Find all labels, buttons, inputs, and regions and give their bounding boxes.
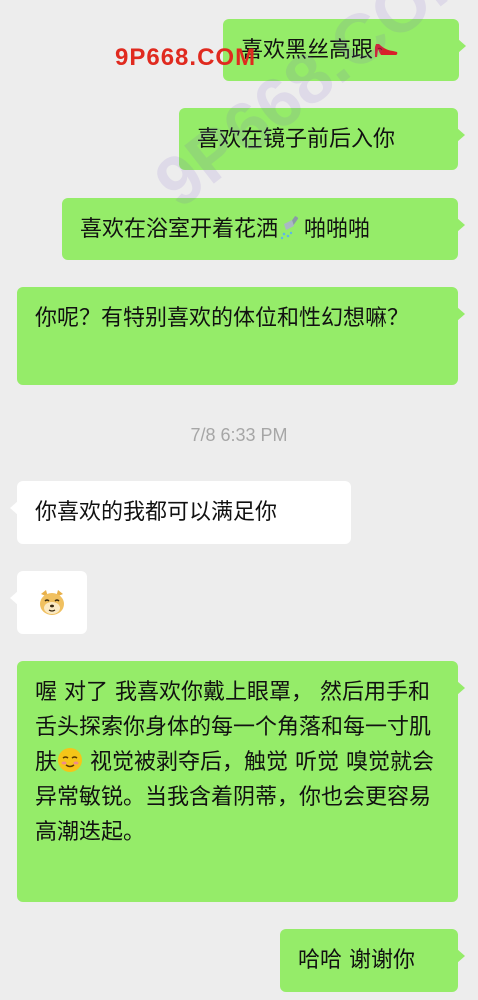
shower-icon [280,216,299,240]
high-heel-icon [375,44,398,57]
message-bubble-sent[interactable]: 喜欢在镜子前后入你 [179,108,465,170]
timestamp: 7/8 6:33 PM [190,425,288,445]
message-bubble-sent[interactable]: 喜欢在浴室开着花洒 啪啪啪 [62,198,465,260]
message-text: 啪啪啪 [304,217,371,242]
doge-icon [40,590,64,615]
message-text: 你喜欢的我都可以满足你 [35,500,278,525]
message-text: 喜欢黑丝高跟 [241,38,374,63]
message-bubble-sent[interactable]: 你呢？有特别喜欢的体位和性幻想嘛？ [17,287,465,385]
message-text: 视觉被剥夺后，触觉 听觉 嗅觉就会异常敏锐。当我含着阴蒂，你也会更容易高潮迭起。 [35,750,434,845]
message-text: 喜欢在镜子前后入你 [197,127,396,152]
message-bubble-sent[interactable]: 哈哈 谢谢你 [280,929,465,992]
message-text: 喜欢在浴室开着花洒 [80,217,279,242]
message-text: 哈哈 谢谢你 [298,948,415,973]
message-text: 你呢？有特别喜欢的体位和性幻想嘛？ [35,306,410,331]
message-bubble-sent[interactable]: 喜欢黑丝高跟 [223,19,466,81]
message-bubble-received[interactable] [10,571,87,634]
message-bubble-received[interactable]: 你喜欢的我都可以满足你 [10,481,351,544]
message-bubble-sent[interactable]: 喔 对了 我喜欢你戴上眼罩， 然后用手和舌头探索你身体的每一个角落和每一寸肌肤 … [17,661,465,902]
blush-face-icon [58,748,83,772]
